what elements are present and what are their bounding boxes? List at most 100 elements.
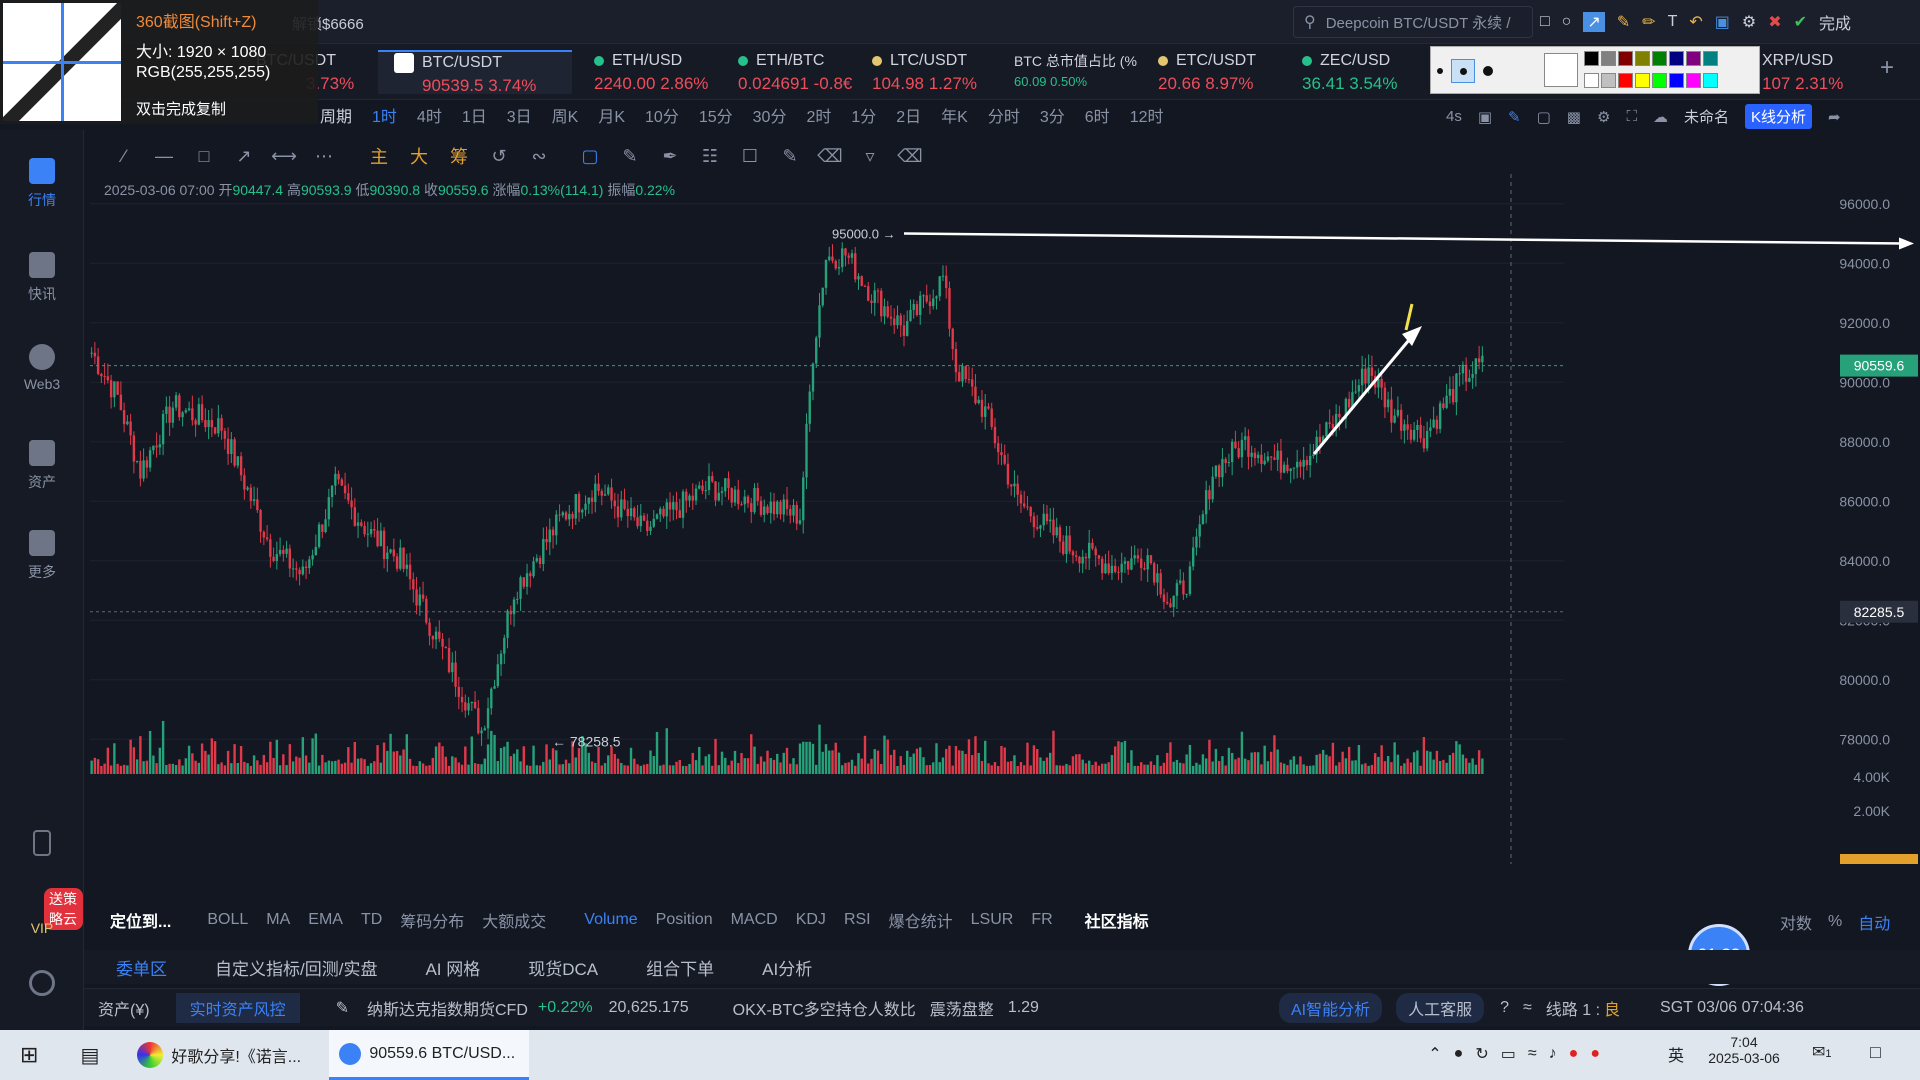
tf-button[interactable]: 月K xyxy=(598,103,625,127)
pencil-icon[interactable]: ✎ xyxy=(1508,108,1521,126)
trash-icon[interactable]: ⌫ xyxy=(897,145,922,167)
bottom-tab[interactable]: 现货DCA xyxy=(528,955,598,980)
taskbar-app-music[interactable]: 好歌分享!《诺言... xyxy=(137,1030,317,1080)
edit-icon[interactable]: ✎ xyxy=(336,998,349,1018)
rect-tool-icon[interactable]: □ xyxy=(1540,13,1550,31)
tf-button[interactable]: 3日 xyxy=(507,103,532,127)
ticker-item[interactable]: ETC/USDT 20.66 8.97% xyxy=(1142,50,1282,94)
measure-tool-icon[interactable]: ⟷ xyxy=(271,145,297,167)
indicator-[interactable]: 筹码分布 xyxy=(400,908,464,932)
tf-button[interactable]: 1日 xyxy=(462,103,487,127)
risk-control-button[interactable]: 实时资产风控 xyxy=(175,992,300,1023)
notification-icon[interactable]: ✉1 xyxy=(1812,1042,1832,1062)
indicator-lsur[interactable]: LSUR xyxy=(971,911,1014,929)
tf-button[interactable]: 30分 xyxy=(753,103,787,127)
windows-start-icon[interactable]: ⊞ xyxy=(20,1042,38,1068)
help-icon[interactable]: ? xyxy=(1500,999,1509,1017)
qq-icon[interactable]: ● xyxy=(1569,1045,1579,1063)
indicator-td[interactable]: TD xyxy=(361,911,382,929)
layout-icon[interactable]: ▢ xyxy=(1537,108,1551,126)
add-ticker-icon[interactable]: + xyxy=(1880,54,1894,82)
tf-button[interactable]: 2时 xyxy=(806,103,831,127)
indicator-fr[interactable]: FR xyxy=(1031,911,1052,929)
tf-button[interactable]: 6时 xyxy=(1085,103,1110,127)
task-view-icon[interactable]: ▤ xyxy=(80,1043,99,1068)
indicator-[interactable]: 爆仓统计 xyxy=(889,908,953,932)
tf-button[interactable]: 3分 xyxy=(1040,103,1065,127)
close-icon[interactable]: ✖ xyxy=(1768,12,1781,32)
battery-icon[interactable]: ▭ xyxy=(1501,1044,1516,1064)
share-icon[interactable]: ➦ xyxy=(1828,108,1841,126)
save-icon[interactable]: ▣ xyxy=(1715,12,1730,32)
tf-button[interactable]: 1时 xyxy=(372,103,397,127)
ticker-item[interactable]: ETH/BTC 0.024691 -0.8€ xyxy=(722,50,862,94)
qq2-icon[interactable]: ● xyxy=(1590,1045,1600,1063)
pen-icon[interactable]: ✒ xyxy=(659,145,681,167)
settings-gear-icon[interactable]: ⚙ xyxy=(1597,108,1610,126)
refresh-interval[interactable]: 4s xyxy=(1446,108,1462,125)
pattern-tool-icon[interactable]: ∾ xyxy=(528,145,550,167)
phone-icon[interactable] xyxy=(0,830,84,862)
kline-analysis-button[interactable]: K线分析 xyxy=(1744,104,1812,129)
magnet-icon[interactable]: ▢ xyxy=(579,145,601,167)
tf-button[interactable]: 15分 xyxy=(699,103,733,127)
chip-tool[interactable]: 筹 xyxy=(448,145,470,167)
ray-tool-icon[interactable]: ↗ xyxy=(233,145,255,167)
ai-analysis-button[interactable]: AI智能分析 xyxy=(1278,992,1383,1023)
action-center-icon[interactable]: □ xyxy=(1870,1042,1881,1063)
network-icon[interactable]: ≈ xyxy=(1528,1045,1537,1063)
arrow-tool-icon[interactable]: ↗ xyxy=(1583,12,1605,32)
fib-tool-icon[interactable]: ↺ xyxy=(488,145,510,167)
line-tool-icon[interactable]: ∕ xyxy=(113,145,135,167)
sidebar-item-web3[interactable]: Web3 xyxy=(0,344,84,392)
ellipse-tool-icon[interactable]: ○ xyxy=(1562,13,1572,31)
size-small-icon[interactable] xyxy=(1437,68,1443,74)
tf-button[interactable]: 4时 xyxy=(417,103,442,127)
indicator-macd[interactable]: MACD xyxy=(731,911,778,929)
ticker-item[interactable]: LTC/USDT 104.98 1.27% xyxy=(856,50,996,94)
asset-label[interactable]: 资产(¥) xyxy=(98,996,150,1020)
filter-icon[interactable]: ▿ xyxy=(859,145,881,167)
taskbar-app-trading[interactable]: 90559.6 BTC/USD... xyxy=(329,1030,530,1080)
indicator-position[interactable]: Position xyxy=(656,911,713,929)
undo-icon[interactable]: ↶ xyxy=(1689,12,1702,32)
price-chart[interactable]: 96000.0 94000.0 92000.0 90000.0 88000.0 86000… xyxy=(84,174,1920,864)
ticker-item[interactable]: XRP/USD 107 2.31% xyxy=(1746,50,1866,94)
auto-scale-toggle[interactable]: 自动 xyxy=(1858,910,1890,934)
tf-button[interactable]: 分时 xyxy=(988,103,1020,127)
pen-tool-icon[interactable]: ✏ xyxy=(1642,12,1655,32)
indicator-boll[interactable]: BOLL xyxy=(207,911,248,929)
indicator-kdj[interactable]: KDJ xyxy=(796,911,826,929)
brush-tool-icon[interactable]: ✎ xyxy=(1617,12,1630,32)
sync-icon[interactable]: ↻ xyxy=(1475,1044,1488,1064)
vip-button[interactable]: VIP xyxy=(0,920,84,936)
eraser-icon[interactable]: ⌫ xyxy=(817,145,842,167)
layout-name[interactable]: 未命名 xyxy=(1684,106,1729,127)
ticker-item[interactable]: BTC 总市值占比 (% 60.09 0.50% xyxy=(998,50,1138,94)
indicator-ma[interactable]: MA xyxy=(266,911,290,929)
text-tool-icon[interactable]: T xyxy=(1668,13,1678,31)
lock-icon[interactable]: ☐ xyxy=(739,145,761,167)
locate-button[interactable]: 定位到... xyxy=(110,908,171,932)
indicator-rsi[interactable]: RSI xyxy=(844,911,871,929)
indicator-ema[interactable]: EMA xyxy=(308,911,343,929)
bottom-tab[interactable]: AI分析 xyxy=(762,955,812,980)
candle-icon[interactable]: ☷ xyxy=(699,145,721,167)
line-label[interactable]: 线路 1 : xyxy=(1546,996,1600,1020)
tf-button[interactable]: 周K xyxy=(552,103,579,127)
tf-button[interactable]: 12时 xyxy=(1130,103,1164,127)
ticker-item[interactable]: ZEC/USD 36.41 3.54% xyxy=(1286,50,1426,94)
brush-icon[interactable]: ✎ xyxy=(619,145,641,167)
bottom-tab[interactable]: 委单区 xyxy=(116,955,167,980)
customer-service-button[interactable]: 人工客服 xyxy=(1396,992,1485,1023)
tf-button[interactable]: 10分 xyxy=(645,103,679,127)
ticker-item-active[interactable]: BTC/USDT 90539.5 3.74% xyxy=(378,50,572,95)
rect-tool-icon[interactable]: □ xyxy=(193,145,215,167)
tf-button[interactable]: 1分 xyxy=(851,103,876,127)
note-icon[interactable]: ✎ xyxy=(779,145,801,167)
mic-icon[interactable]: ● xyxy=(1454,1045,1464,1063)
fullscreen-icon[interactable]: ⛶ xyxy=(1626,108,1637,125)
done-check-icon[interactable]: ✔ xyxy=(1794,12,1807,32)
clock[interactable]: 7:04 2025-03-06 xyxy=(1704,1034,1784,1066)
current-color-swatch[interactable] xyxy=(1544,53,1578,87)
